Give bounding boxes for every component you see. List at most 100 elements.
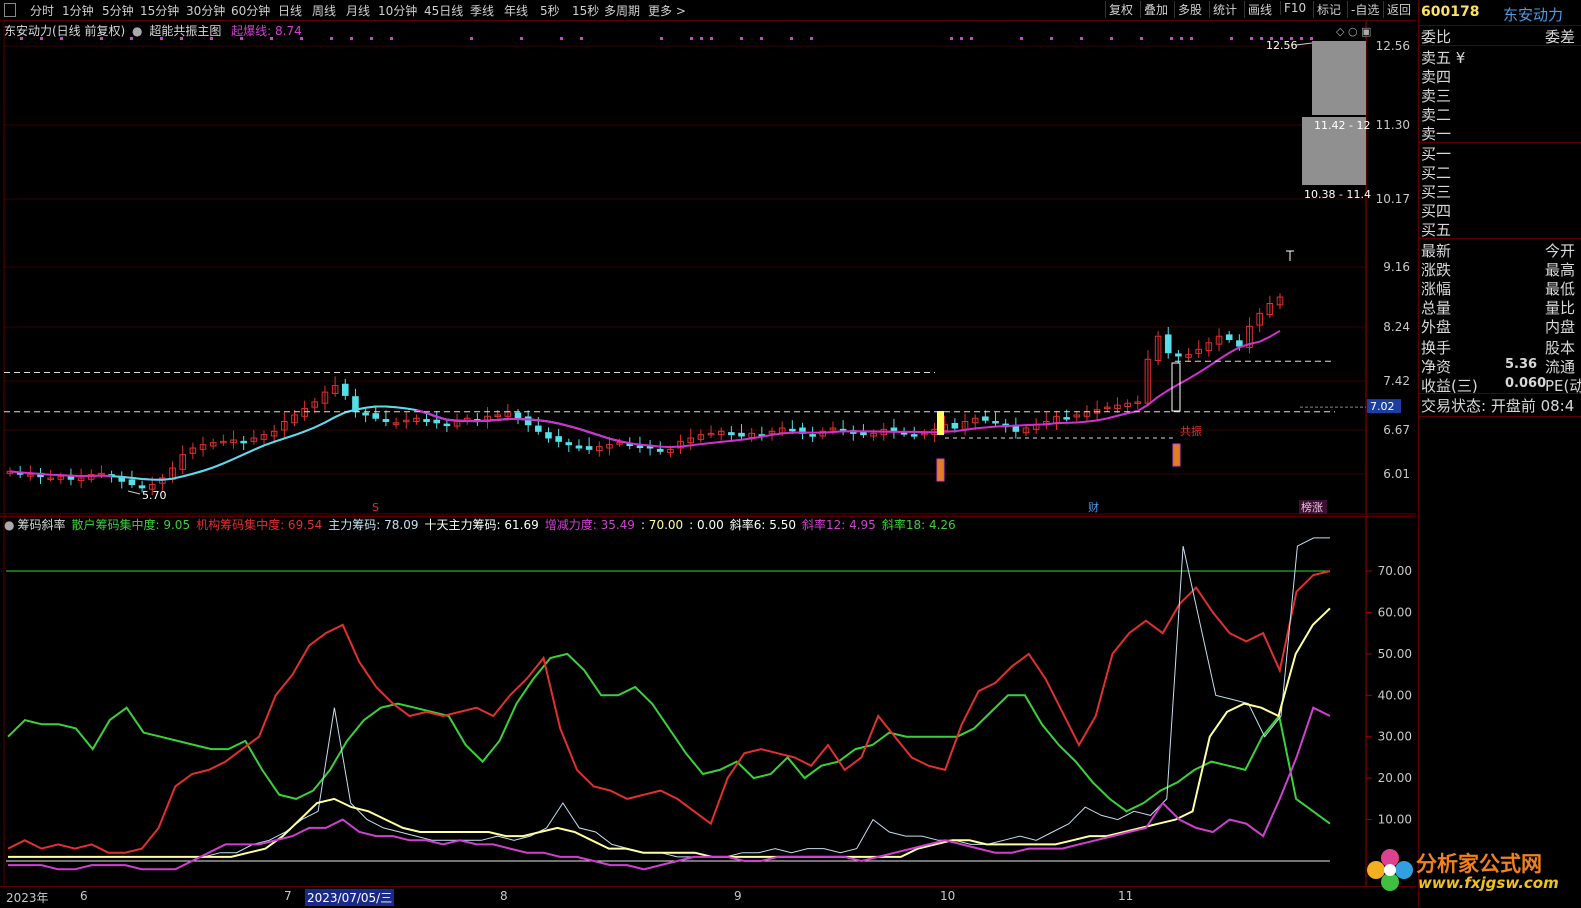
period-tab-14[interactable]: 15秒: [572, 2, 599, 19]
candle-body-88[interactable]: [900, 432, 908, 435]
candlestick-chart[interactable]: 12.56 11.30 10.17 9.16 8.24 7.42 6.67 6.01 7.02 1…: [0, 21, 1416, 515]
candle-body-56[interactable]: [575, 445, 583, 449]
period-tab-2[interactable]: 5分钟: [102, 2, 134, 19]
signal-dot-37: [1190, 37, 1193, 40]
period-tab-11[interactable]: 季线: [470, 2, 494, 19]
candle-body-54[interactable]: [555, 436, 562, 442]
candle-body-23[interactable]: [240, 440, 247, 444]
candle-body-50[interactable]: [514, 412, 522, 419]
candle-body-79[interactable]: [809, 434, 816, 437]
candle-body-64[interactable]: [656, 448, 664, 452]
period-tab-7[interactable]: 周线: [312, 2, 336, 19]
stat-label-right-4: 内盘: [1545, 318, 1576, 336]
candle-body-104[interactable]: [1063, 417, 1070, 420]
indicator-y-label-4: 30.00: [1378, 730, 1412, 744]
rocket-signal-2: [1172, 443, 1181, 467]
candle-body-115[interactable]: [1175, 353, 1182, 357]
toolbar-button-5[interactable]: F10: [1280, 1, 1309, 15]
period-tab-5[interactable]: 60分钟: [231, 2, 270, 19]
toolbar-button-4[interactable]: 画线: [1244, 1, 1275, 18]
period-tab-10[interactable]: 45日线: [424, 2, 463, 19]
candle-body-97[interactable]: [992, 421, 999, 424]
indicator-name[interactable]: 筹码斜率: [17, 518, 65, 532]
candle-body-55[interactable]: [565, 442, 573, 446]
signal-dot-44: [1300, 37, 1303, 40]
stat-value-7: 0.060: [1505, 376, 1547, 391]
toolbar-button-6[interactable]: 标记: [1313, 1, 1344, 18]
stat-label-right-2: 最低: [1545, 280, 1576, 298]
logo-url: www.fxjgsw.com: [1418, 874, 1559, 892]
candle-body-84[interactable]: [860, 431, 867, 436]
candle-body-77[interactable]: [789, 428, 796, 432]
period-tab-1[interactable]: 1分钟: [62, 2, 94, 19]
candle-body-37[interactable]: [382, 419, 390, 423]
period-tab-12[interactable]: 年线: [504, 2, 528, 19]
breakout-line-label: 起爆线: 8.74: [231, 24, 302, 38]
indicator-value-0: 散户筹码集中度: 9.05: [71, 518, 191, 532]
rocket-signal-1: [936, 458, 945, 482]
candle-body-93[interactable]: [951, 422, 959, 429]
toolbar-button-0[interactable]: 复权: [1105, 1, 1136, 18]
indicator-values: 散户筹码集中度: 9.05 机构筹码集中度: 69.54 主力筹码: 78.09 十天…: [66, 518, 956, 532]
period-tab-3[interactable]: 15分钟: [140, 2, 179, 19]
signal-dot-28: [960, 37, 963, 40]
candle-body-13[interactable]: [138, 485, 146, 489]
indicator-value-1: 机构筹码集中度: 69.54: [196, 518, 323, 532]
signal-dot-38: [1230, 37, 1233, 40]
stock-name: 东安动力: [1503, 6, 1564, 24]
candle-body-72[interactable]: [738, 432, 745, 437]
candle-body-71[interactable]: [728, 432, 735, 436]
settings-icon[interactable]: ●: [132, 24, 142, 38]
signal-dot-21: [700, 37, 703, 40]
candle-body-33[interactable]: [341, 383, 349, 396]
period-tab-0[interactable]: 分时: [30, 2, 54, 19]
candle-body-43[interactable]: [443, 423, 451, 427]
price-tick-4: 8.24: [1383, 320, 1410, 334]
candle-body-11[interactable]: [118, 477, 126, 482]
toolbar-button-2[interactable]: 多股: [1174, 1, 1205, 18]
period-tab-8[interactable]: 月线: [346, 2, 370, 19]
signal-dot-34: [1140, 37, 1143, 40]
candle-body-51[interactable]: [524, 416, 532, 426]
signal-dot-12: [350, 37, 353, 40]
indicator-settings-icon[interactable]: ●: [4, 518, 14, 532]
buy-level-0: 买一: [1421, 145, 1452, 163]
period-tab-15[interactable]: 多周期: [604, 2, 640, 19]
window-icon[interactable]: [4, 3, 16, 17]
toolbar-button-3[interactable]: 统计: [1209, 1, 1240, 18]
candle-body-52[interactable]: [535, 425, 542, 432]
indicator-chart[interactable]: 70.00 60.00 50.00 40.00 30.00 20.00 10.00: [0, 516, 1416, 886]
candle-body-62[interactable]: [636, 445, 644, 448]
signal-dot-29: [970, 37, 973, 40]
low-price-label: 5.70: [142, 489, 167, 502]
period-tab-4[interactable]: 30分钟: [186, 2, 225, 19]
period-tab-16[interactable]: 更多 >: [648, 2, 686, 19]
candle-body-57[interactable]: [585, 446, 593, 450]
period-toolbar: 分时 1分钟 5分钟 15分钟 30分钟 60分钟 日线 周线 月线 10分钟 45日线 季线 年线 5秒…: [0, 0, 1416, 21]
formula-name[interactable]: 超能共振主图: [149, 24, 221, 38]
period-tab-9[interactable]: 10分钟: [378, 2, 417, 19]
price-tick-0: 12.56: [1376, 39, 1410, 53]
candle-body-41[interactable]: [423, 419, 430, 423]
candle-body-42[interactable]: [433, 419, 441, 424]
window-control-icons[interactable]: ◇ ○ ▣: [1336, 25, 1371, 38]
toolbar-button-1[interactable]: 叠加: [1140, 1, 1171, 18]
signal-dot-33: [1110, 37, 1113, 40]
toolbar-button-8[interactable]: 返回: [1383, 1, 1414, 18]
candle-body-36[interactable]: [372, 413, 380, 419]
candle-body-53[interactable]: [545, 432, 552, 439]
candle-body-114[interactable]: [1164, 334, 1172, 354]
trade-status: 交易状态: 开盘前 08:4: [1421, 397, 1575, 415]
period-tab-13[interactable]: 5秒: [540, 2, 560, 19]
candle-body-121[interactable]: [1236, 340, 1243, 347]
period-tab-6[interactable]: 日线: [278, 2, 302, 19]
candle-body-96[interactable]: [982, 416, 989, 421]
candle-body-12[interactable]: [128, 479, 136, 486]
candle-body-89[interactable]: [910, 434, 918, 437]
candle-body-120[interactable]: [1225, 334, 1233, 341]
stat-label-right-0: 今开: [1545, 242, 1576, 260]
current-price-label: 7.02: [1370, 400, 1395, 413]
toolbar-button-7[interactable]: -自选: [1347, 1, 1382, 18]
s-marker: S: [372, 501, 379, 514]
candle-body-35[interactable]: [362, 412, 369, 416]
